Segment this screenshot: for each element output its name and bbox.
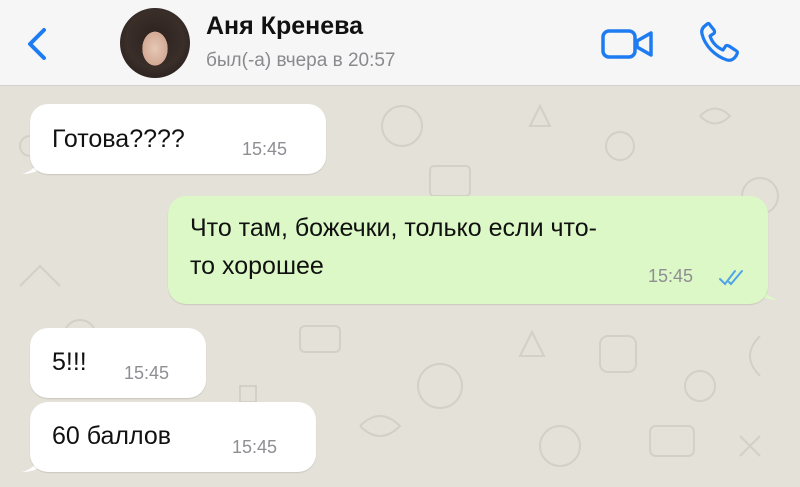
incoming-message[interactable]: Готова???? 15:45 bbox=[30, 104, 326, 174]
message-time: 15:45 bbox=[232, 437, 278, 457]
last-seen-status: был(-а) вчера в 20:57 bbox=[206, 50, 396, 71]
message-time: 15:45 bbox=[648, 266, 694, 286]
message-text: Готова???? bbox=[52, 125, 185, 153]
chat-messages-area[interactable]: Готова???? 15:45 Что там, божечки, тольк… bbox=[0, 86, 800, 487]
message-text-line-1: Что там, божечки, только если что- bbox=[190, 214, 597, 242]
phone-icon bbox=[700, 21, 739, 62]
back-button[interactable] bbox=[22, 24, 52, 64]
read-receipt-icon bbox=[719, 270, 743, 286]
message-text: 5!!! bbox=[52, 348, 87, 376]
video-call-button[interactable] bbox=[600, 24, 656, 64]
chat-header: Аня Кренева был(-а) вчера в 20:57 bbox=[0, 0, 800, 86]
message-text-line-2: то хорошее bbox=[190, 252, 324, 280]
outgoing-message[interactable]: Что там, божечки, только если что- то хо… bbox=[168, 196, 768, 304]
message-time: 15:45 bbox=[242, 139, 288, 159]
voice-call-button[interactable] bbox=[696, 20, 742, 66]
chevron-left-icon bbox=[28, 28, 46, 60]
message-time: 15:45 bbox=[124, 363, 170, 383]
video-camera-icon bbox=[601, 29, 653, 59]
incoming-message[interactable]: 60 баллов 15:45 bbox=[30, 402, 316, 472]
message-text: 60 баллов bbox=[52, 422, 172, 450]
contact-name[interactable]: Аня Кренева bbox=[206, 12, 363, 41]
avatar[interactable] bbox=[120, 8, 190, 78]
incoming-message[interactable]: 5!!! 15:45 bbox=[30, 328, 206, 398]
